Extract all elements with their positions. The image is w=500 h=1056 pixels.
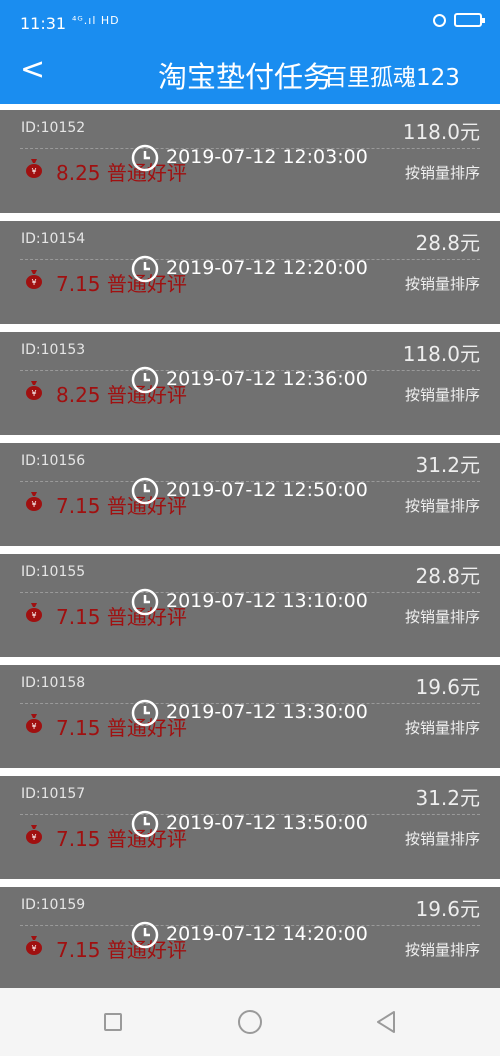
svg-text:¥: ¥ <box>31 389 36 398</box>
status-time: 11:31 <box>20 14 67 33</box>
battery-icon <box>454 13 485 27</box>
task-card[interactable]: ID:10156 31.2元 ¥ 7.15 普通好评 按销量排序 2019-07… <box>0 443 500 546</box>
task-card[interactable]: ID:10157 31.2元 ¥ 7.15 普通好评 按销量排序 2019-07… <box>0 776 500 879</box>
task-time: 2019-07-12 13:50:00 <box>166 812 368 834</box>
task-id: ID:10152 <box>21 120 86 136</box>
task-time: 2019-07-12 12:20:00 <box>166 257 368 279</box>
task-price: 31.2元 <box>415 786 480 810</box>
sort-label: 按销量排序 <box>404 164 480 182</box>
task-card[interactable]: ID:10155 28.8元 ¥ 7.15 普通好评 按销量排序 2019-07… <box>0 554 500 657</box>
svg-text:¥: ¥ <box>31 611 36 620</box>
clock-icon <box>131 477 159 505</box>
task-card[interactable]: ID:10154 28.8元 ¥ 7.15 普通好评 按销量排序 2019-07… <box>0 221 500 324</box>
task-time: 2019-07-12 13:30:00 <box>166 701 368 723</box>
task-id: ID:10153 <box>21 342 86 358</box>
status-icons <box>433 13 485 27</box>
task-price: 19.6元 <box>415 897 480 921</box>
task-time: 2019-07-12 12:03:00 <box>166 146 368 168</box>
page-title: 淘宝垫付任务 <box>158 60 333 94</box>
task-price: 118.0元 <box>402 120 480 144</box>
sort-label: 按销量排序 <box>404 608 480 626</box>
lock-icon <box>433 13 446 27</box>
task-id: ID:10155 <box>21 564 86 580</box>
back-icon[interactable] <box>374 1010 398 1034</box>
clock-icon <box>131 144 159 172</box>
task-time: 2019-07-12 12:50:00 <box>166 479 368 501</box>
money-bag-icon: ¥ <box>26 381 42 400</box>
signal-icon: ⁴ᴳ.ıl HD <box>72 14 120 27</box>
clock-icon <box>131 588 159 616</box>
task-card[interactable]: ID:10153 118.0元 ¥ 8.25 普通好评 按销量排序 2019-0… <box>0 332 500 435</box>
sort-label: 按销量排序 <box>404 497 480 515</box>
status-bar: 11:31 ⁴ᴳ.ıl HD <box>0 0 500 46</box>
clock-icon <box>131 810 159 838</box>
recent-apps-icon[interactable] <box>104 1013 122 1031</box>
task-time: 2019-07-12 14:20:00 <box>166 923 368 945</box>
task-id: ID:10157 <box>21 786 86 802</box>
money-bag-icon: ¥ <box>26 936 42 955</box>
system-nav-bar <box>0 988 500 1056</box>
home-icon[interactable] <box>238 1010 262 1034</box>
money-bag-icon: ¥ <box>26 825 42 844</box>
username: 百里孤魂123 <box>324 65 460 91</box>
header: < 淘宝垫付任务 百里孤魂123 <box>0 46 500 104</box>
task-price: 19.6元 <box>415 675 480 699</box>
task-price: 118.0元 <box>402 342 480 366</box>
money-bag-icon: ¥ <box>26 492 42 511</box>
sort-label: 按销量排序 <box>404 275 480 293</box>
svg-text:¥: ¥ <box>31 833 36 842</box>
task-id: ID:10156 <box>21 453 86 469</box>
back-button[interactable]: < <box>20 52 45 87</box>
task-card[interactable]: ID:10152 118.0元 ¥ 8.25 普通好评 按销量排序 2019-0… <box>0 110 500 213</box>
clock-icon <box>131 699 159 727</box>
clock-icon <box>131 366 159 394</box>
task-id: ID:10154 <box>21 231 86 247</box>
svg-text:¥: ¥ <box>31 500 36 509</box>
sort-label: 按销量排序 <box>404 386 480 404</box>
clock-icon <box>131 921 159 949</box>
svg-text:¥: ¥ <box>31 278 36 287</box>
svg-text:¥: ¥ <box>31 944 36 953</box>
task-id: ID:10159 <box>21 897 86 913</box>
task-id: ID:10158 <box>21 675 86 691</box>
task-time: 2019-07-12 13:10:00 <box>166 590 368 612</box>
sort-label: 按销量排序 <box>404 830 480 848</box>
money-bag-icon: ¥ <box>26 603 42 622</box>
task-time: 2019-07-12 12:36:00 <box>166 368 368 390</box>
money-bag-icon: ¥ <box>26 714 42 733</box>
money-bag-icon: ¥ <box>26 270 42 289</box>
sort-label: 按销量排序 <box>404 941 480 959</box>
task-card[interactable]: ID:10158 19.6元 ¥ 7.15 普通好评 按销量排序 2019-07… <box>0 665 500 768</box>
task-card[interactable]: ID:10159 19.6元 ¥ 7.15 普通好评 按销量排序 2019-07… <box>0 887 500 990</box>
money-bag-icon: ¥ <box>26 159 42 178</box>
svg-text:¥: ¥ <box>31 722 36 731</box>
task-price: 31.2元 <box>415 453 480 477</box>
task-price: 28.8元 <box>415 564 480 588</box>
sort-label: 按销量排序 <box>404 719 480 737</box>
svg-text:¥: ¥ <box>31 167 36 176</box>
clock-icon <box>131 255 159 283</box>
task-price: 28.8元 <box>415 231 480 255</box>
